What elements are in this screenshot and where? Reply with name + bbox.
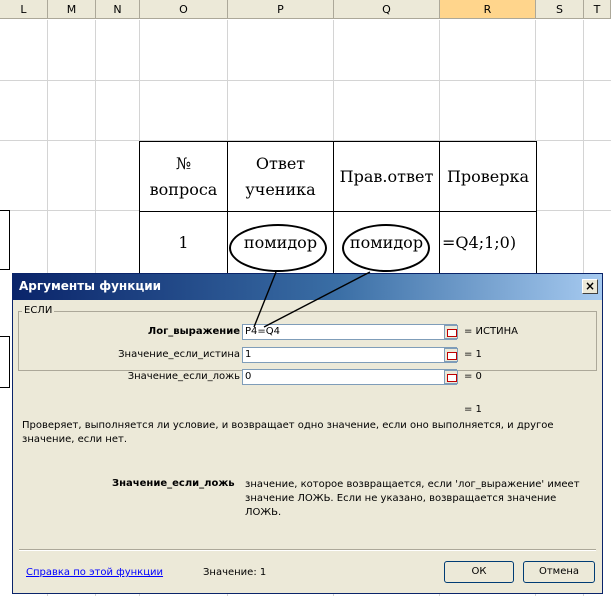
logical-test-result: = ИСТИНА [464,326,518,337]
column-header-bar: L M N O P Q R S T [0,0,611,20]
correct-answer-oval [342,224,430,272]
function-description: Проверяет, выполняется ли условие, и воз… [22,420,554,445]
arg-label-logical-test: Лог_выражение [147,326,240,337]
arg-label-value-if-true: Значение_если_истина [118,349,240,360]
formula-result: = 1 [464,404,482,415]
column-header-s[interactable]: S [536,0,584,19]
collapse-range-icon[interactable] [444,370,458,384]
column-header-r[interactable]: R [440,0,536,19]
value-label: Значение: 1 [203,567,267,578]
dialog-titlebar[interactable]: Аргументы функции × [13,274,602,300]
argument-detail-label: Значение_если_ложь [112,478,235,489]
header-question-number[interactable]: № вопроса [139,141,228,212]
collapse-range-icon[interactable] [444,348,458,362]
column-header-l[interactable]: L [0,0,48,19]
close-button[interactable]: × [582,279,598,294]
student-answer-oval [229,224,327,272]
arg-label-value-if-false: Значение_если_ложь [127,371,240,382]
function-name-label: ЕСЛИ [22,305,55,316]
cancel-button[interactable]: Отмена [523,561,595,583]
help-link[interactable]: Справка по этой функции [26,567,163,578]
value-if-false-result: = 0 [464,371,482,382]
cell-border-fragment [0,210,10,270]
value-if-true-input[interactable]: 1 [242,347,457,363]
column-header-t[interactable]: T [584,0,611,19]
column-header-q[interactable]: Q [334,0,440,19]
cell-question-number[interactable]: 1 [139,211,228,275]
value-if-true-result: = 1 [464,349,482,360]
column-header-p[interactable]: P [228,0,334,19]
header-student-answer[interactable]: Ответ ученика [227,141,334,212]
ok-button[interactable]: ОК [444,561,514,583]
value-if-false-input[interactable]: 0 [242,369,457,385]
dialog-title: Аргументы функции [19,279,162,293]
header-correct-answer[interactable]: Прав.ответ [333,141,440,212]
cell-check-formula[interactable]: =Q4;1;0) [439,211,537,275]
column-header-m[interactable]: M [48,0,96,19]
logical-test-input[interactable]: P4=Q4 [242,324,457,340]
column-header-n[interactable]: N [96,0,140,19]
cell-border-fragment [0,336,10,388]
close-icon: × [584,279,596,293]
column-header-o[interactable]: O [140,0,228,19]
header-check[interactable]: Проверка [439,141,537,212]
separator [19,549,596,551]
function-arguments-dialog: Аргументы функции × ЕСЛИ Лог_выражение P… [12,273,603,594]
argument-detail-text: значение, которое возвращается, если 'ло… [245,479,580,518]
collapse-range-icon[interactable] [444,325,458,339]
